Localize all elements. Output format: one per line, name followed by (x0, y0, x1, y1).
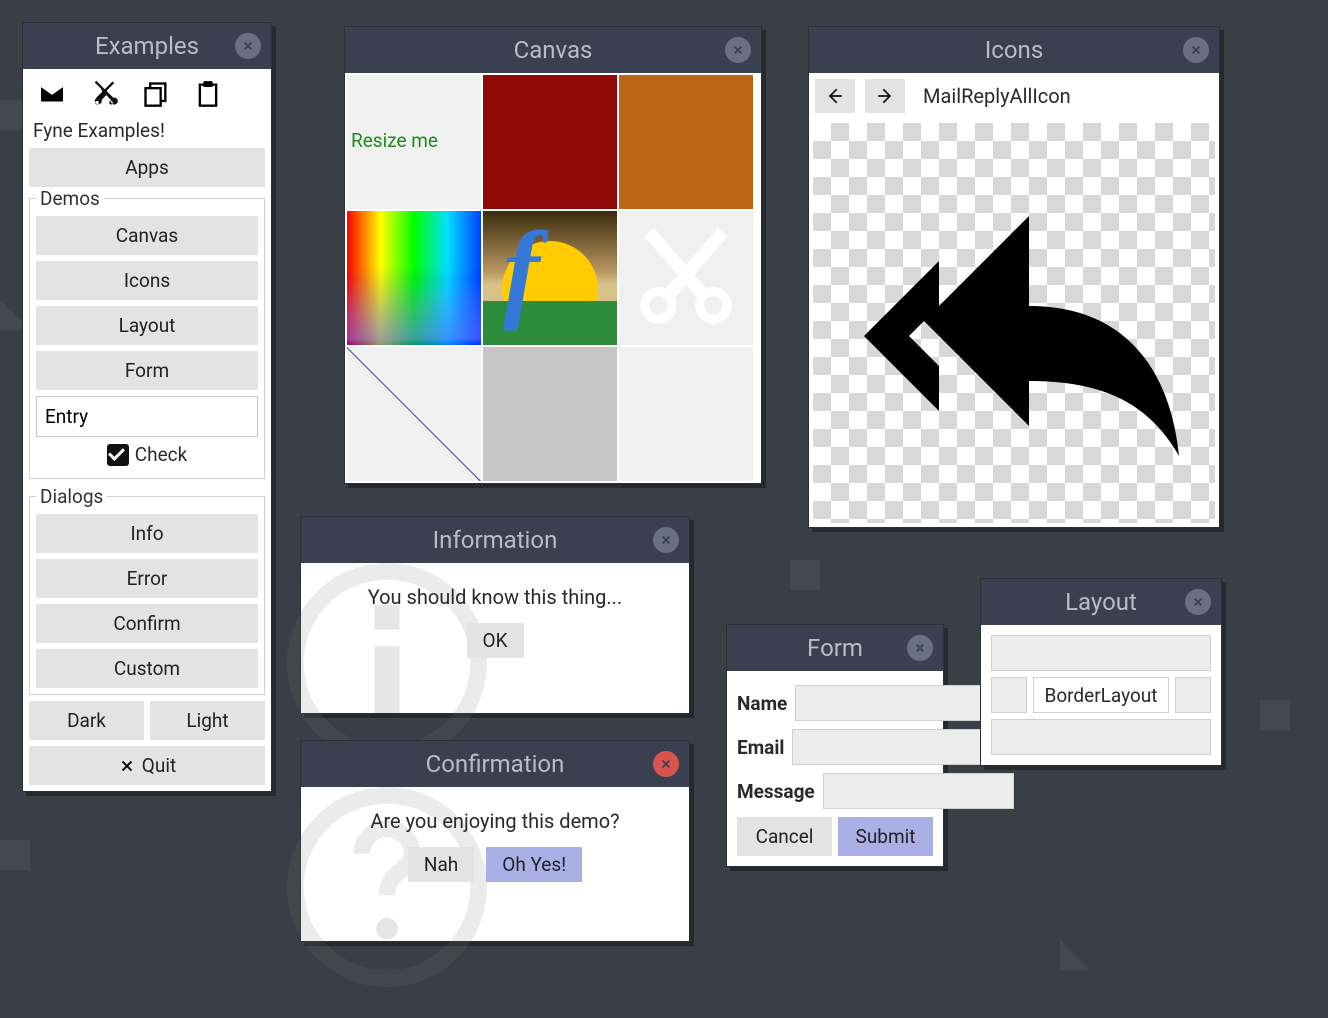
examples-titlebar: Examples (23, 23, 271, 69)
close-icon[interactable] (653, 527, 679, 553)
information-title: Information (433, 526, 558, 554)
dark-button[interactable]: Dark (29, 701, 144, 740)
form-titlebar: Form (727, 625, 943, 671)
name-label: Name (737, 692, 787, 715)
toolbar (29, 75, 265, 113)
yes-button[interactable]: Oh Yes! (486, 847, 582, 882)
diagonal-cell (347, 347, 481, 481)
form-title: Form (807, 634, 863, 662)
fyne-logo-cell: f (483, 211, 617, 345)
examples-title: Examples (95, 32, 199, 60)
confirmation-titlebar: Confirmation (301, 741, 689, 787)
form-window: Form Name Email Message Cancel Submit (726, 624, 944, 867)
icon-nav: MailReplyAllIcon (809, 73, 1219, 119)
check-label: Check (135, 443, 187, 466)
message-field[interactable] (823, 773, 1014, 809)
no-button[interactable]: Nah (408, 847, 474, 882)
copy-icon[interactable] (141, 79, 171, 109)
icons-button[interactable]: Icons (36, 261, 258, 300)
resize-cell: Resize me (347, 75, 481, 209)
layout-bottom (991, 719, 1211, 755)
icon-name: MailReplyAllIcon (923, 84, 1071, 108)
dialogs-label: Dialogs (36, 485, 107, 508)
canvas-button[interactable]: Canvas (36, 216, 258, 255)
layout-left (991, 677, 1027, 713)
prev-button[interactable] (815, 79, 855, 113)
orange-cell (619, 75, 753, 209)
email-field[interactable] (792, 729, 983, 765)
information-window: Information You should know this thing..… (300, 516, 690, 714)
check-checkbox[interactable]: Check (36, 437, 258, 472)
layout-top (991, 635, 1211, 671)
apps-button[interactable]: Apps (29, 148, 265, 187)
canvas-window: Canvas Resize me f (344, 26, 762, 484)
email-label: Email (737, 736, 784, 759)
light-button[interactable]: Light (150, 701, 265, 740)
demos-group: Demos Canvas Icons Layout Form Check (29, 187, 265, 479)
name-field[interactable] (795, 685, 986, 721)
layout-window: Layout BorderLayout (980, 578, 1222, 766)
layout-titlebar: Layout (981, 579, 1221, 625)
icons-window: Icons MailReplyAllIcon (808, 26, 1220, 528)
paste-icon[interactable] (193, 79, 223, 109)
quit-label: Quit (142, 754, 176, 777)
close-icon[interactable] (1183, 37, 1209, 63)
confirmation-window: Confirmation Are you enjoying this demo?… (300, 740, 690, 942)
icons-titlebar: Icons (809, 27, 1219, 73)
cut-icon-cell (619, 211, 753, 345)
entry-input[interactable] (36, 396, 258, 437)
resize-text: Resize me (347, 75, 481, 152)
layout-button[interactable]: Layout (36, 306, 258, 345)
next-button[interactable] (865, 79, 905, 113)
information-titlebar: Information (301, 517, 689, 563)
icon-preview (813, 123, 1215, 523)
cut-icon[interactable] (89, 79, 119, 109)
layout-right (1175, 677, 1211, 713)
examples-window: Examples Fyne Examples! Apps Demos Canva… (22, 22, 272, 792)
confirm-button[interactable]: Confirm (36, 604, 258, 643)
submit-button[interactable]: Submit (838, 817, 933, 856)
red-cell (483, 75, 617, 209)
information-message: You should know this thing... (323, 585, 667, 609)
layout-title: Layout (1065, 588, 1137, 616)
confirmation-message: Are you enjoying this demo? (323, 809, 667, 833)
layout-center: BorderLayout (1033, 677, 1169, 713)
heading-text: Fyne Examples! (29, 113, 265, 148)
close-icon[interactable] (653, 751, 679, 777)
custom-button[interactable]: Custom (36, 649, 258, 688)
mail-reply-all-icon (819, 141, 1209, 506)
message-label: Message (737, 780, 815, 803)
icons-title: Icons (985, 36, 1043, 64)
close-icon[interactable] (907, 635, 933, 661)
canvas-grid: Resize me f (345, 73, 761, 483)
mail-icon[interactable] (37, 79, 67, 109)
close-icon[interactable] (1185, 589, 1211, 615)
close-icon[interactable] (235, 33, 261, 59)
rainbow-cell (347, 211, 481, 345)
empty-cell (619, 347, 753, 481)
canvas-titlebar: Canvas (345, 27, 761, 73)
error-button[interactable]: Error (36, 559, 258, 598)
confirmation-title: Confirmation (426, 750, 565, 778)
cancel-button[interactable]: Cancel (737, 817, 832, 856)
check-icon (107, 444, 129, 466)
info-button[interactable]: Info (36, 514, 258, 553)
close-icon[interactable] (725, 37, 751, 63)
quit-button[interactable]: Quit (29, 746, 265, 785)
gray-cell (483, 347, 617, 481)
canvas-title: Canvas (514, 36, 593, 64)
ok-button[interactable]: OK (467, 623, 524, 658)
demos-label: Demos (36, 187, 104, 210)
dialogs-group: Dialogs Info Error Confirm Custom (29, 485, 265, 695)
form-button[interactable]: Form (36, 351, 258, 390)
